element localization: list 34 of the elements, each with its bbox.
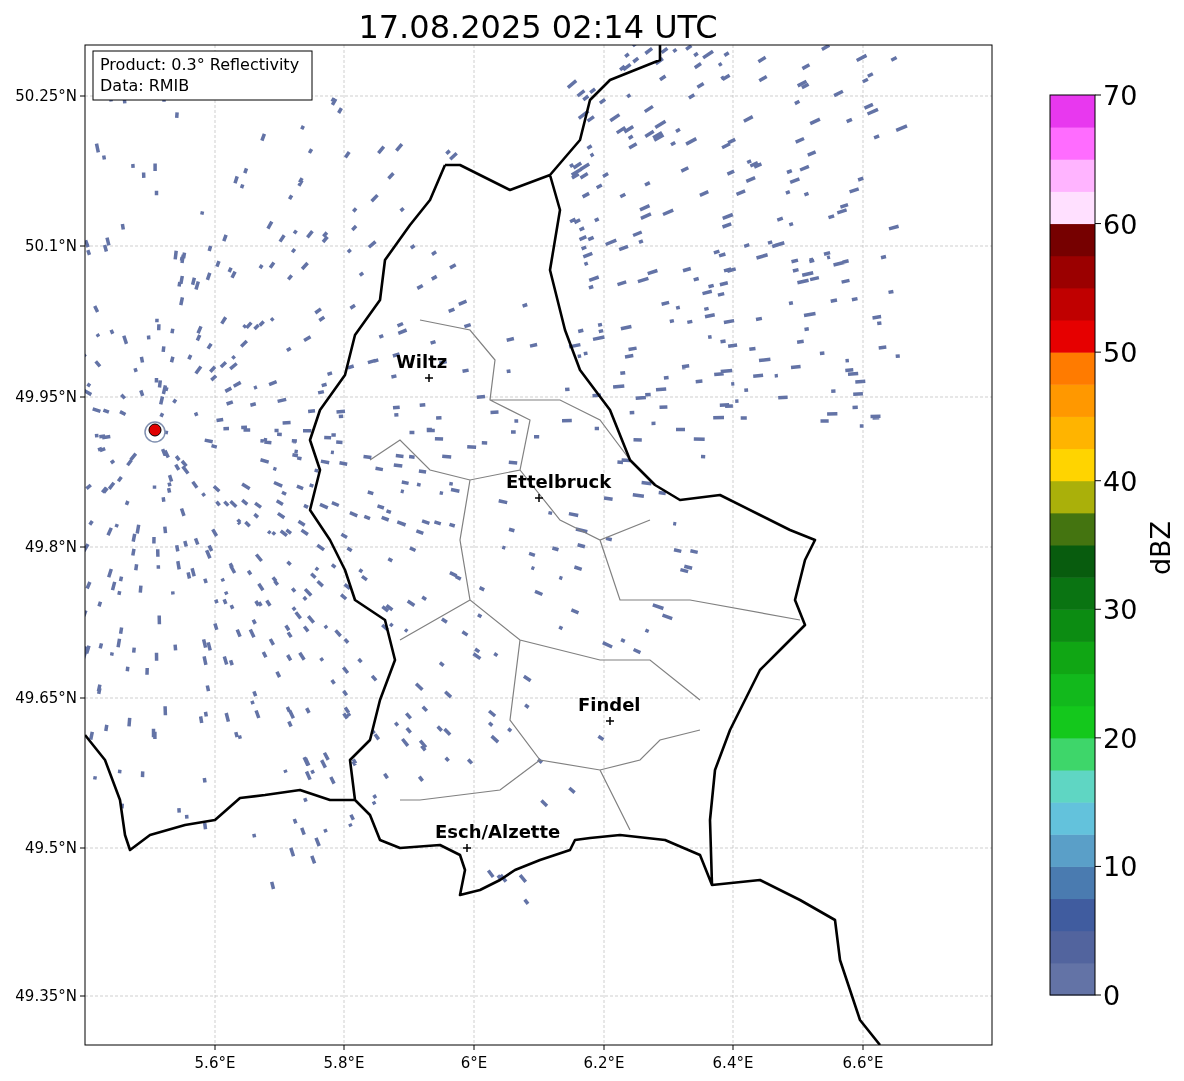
longitude-label: 6.4°E xyxy=(712,1054,754,1072)
chart-title: 17.08.2025 02:14 UTC xyxy=(358,8,718,46)
colorbar-tick-label: 50 xyxy=(1103,337,1138,369)
info-text: Product: 0.3° Reflectivity xyxy=(100,55,300,74)
city-label: Ettelbruck xyxy=(506,471,612,492)
longitude-label: 6.6°E xyxy=(842,1054,884,1072)
city-marker-icon xyxy=(462,843,472,853)
latitude-label: 49.95°N xyxy=(15,388,77,406)
city-marker-icon xyxy=(534,493,544,503)
colorbar-label: dBZ xyxy=(1145,520,1176,576)
info-text: Data: RMIB xyxy=(100,76,190,95)
city-label: Wiltz xyxy=(396,351,448,372)
latitude-label: 49.35°N xyxy=(15,987,77,1005)
colorbar-tick-label: 30 xyxy=(1103,594,1138,626)
colorbar-tick-label: 20 xyxy=(1103,722,1138,754)
latitude-label: 50.25°N xyxy=(15,87,77,105)
city-marker-icon xyxy=(424,373,434,383)
city-label: Findel xyxy=(578,694,641,715)
latitude-label: 50.1°N xyxy=(24,237,77,255)
colorbar-tick-label: 70 xyxy=(1103,80,1138,111)
colorbar-tick-label: 10 xyxy=(1103,851,1138,883)
city-label: Esch/Alzette xyxy=(435,821,561,842)
colorbar-tick-label: 0 xyxy=(1103,980,1121,1011)
colorbar-tick-label: 60 xyxy=(1103,208,1138,240)
city-marker-icon xyxy=(605,716,615,726)
longitude-label: 6.2°E xyxy=(583,1054,625,1072)
latitude-label: 49.5°N xyxy=(24,839,77,857)
latitude-label: 49.8°N xyxy=(24,538,77,556)
longitude-label: 5.6°E xyxy=(194,1054,236,1072)
longitude-label: 5.8°E xyxy=(323,1054,365,1072)
radar-site-icon xyxy=(144,421,166,443)
longitude-label: 6°E xyxy=(460,1054,488,1072)
colorbar-tick-label: 40 xyxy=(1103,465,1138,497)
latitude-label: 49.65°N xyxy=(15,689,77,707)
